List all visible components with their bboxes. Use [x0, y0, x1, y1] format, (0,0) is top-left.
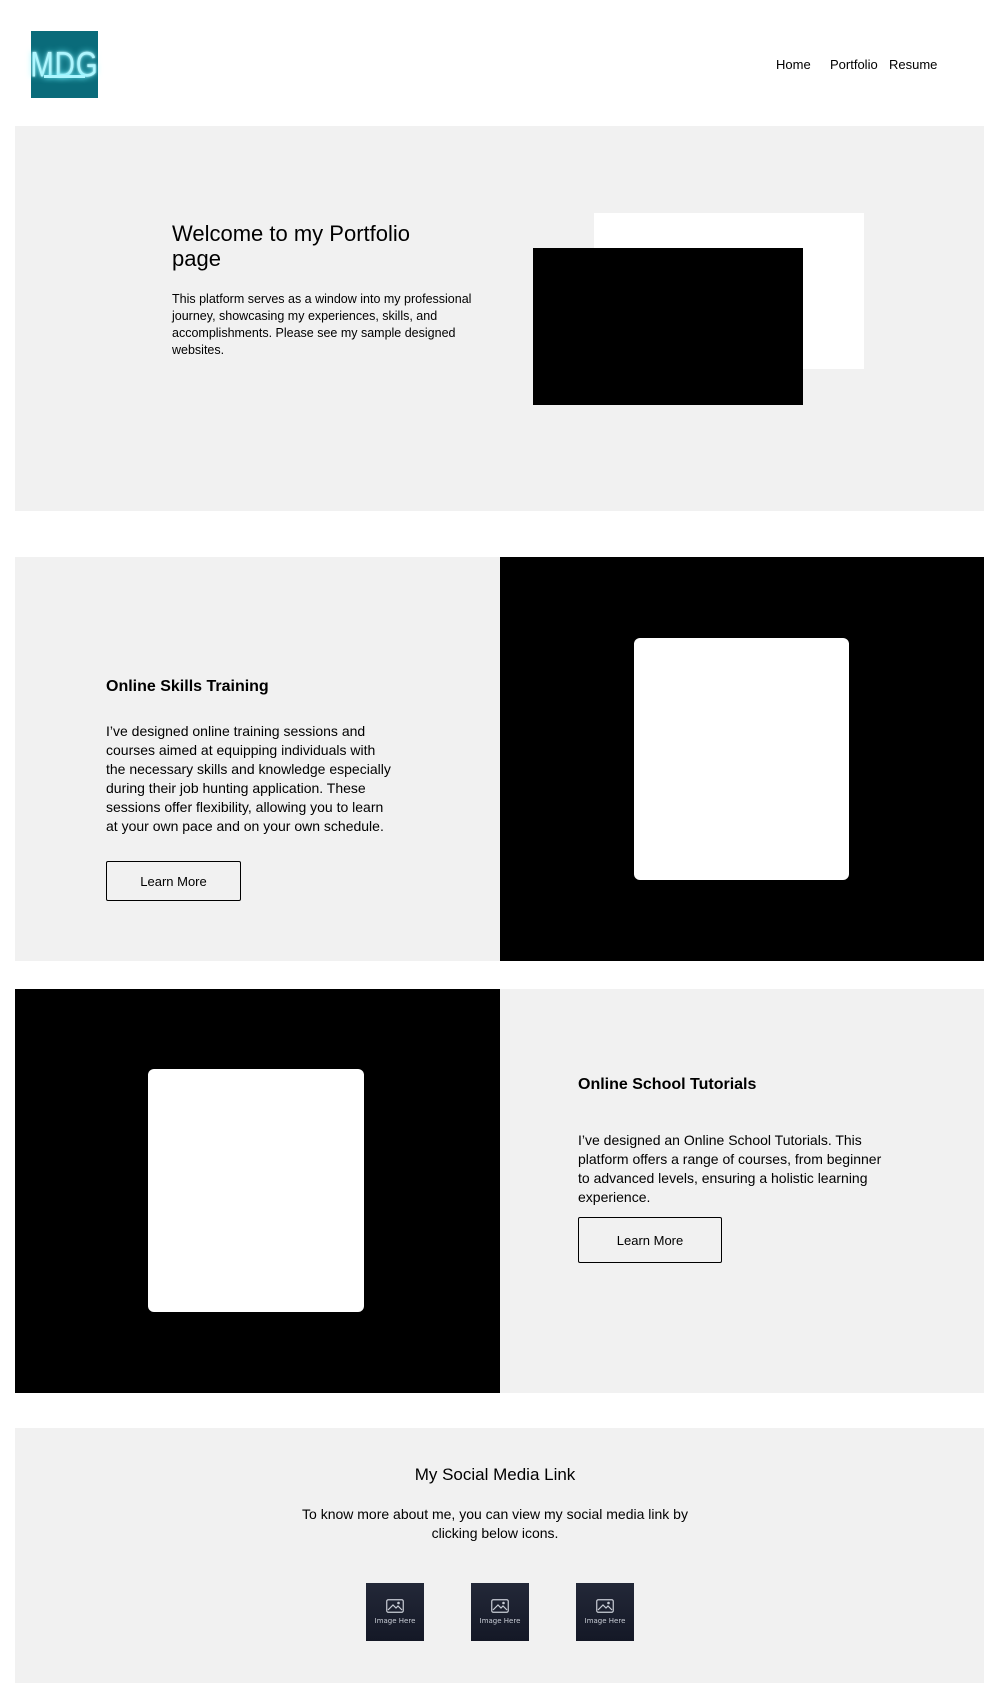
social-description: To know more about me, you can view my s… [302, 1506, 688, 1541]
tutorials-image [148, 1069, 364, 1312]
skills-image [634, 638, 849, 880]
hero-description: This platform serves as a window into my… [172, 292, 472, 357]
social-link-caption: Image Here [374, 1617, 416, 1625]
nav-resume[interactable]: Resume [889, 57, 937, 72]
hero-image-front [533, 248, 803, 405]
hero-title: Welcome to my Portfolio page [172, 221, 411, 271]
logo[interactable]: MDG [30, 31, 98, 98]
logo-underline [44, 75, 85, 78]
image-placeholder-icon [491, 1599, 509, 1613]
social-title: My Social Media Link [414, 1465, 576, 1484]
tutorials-description: I’ve designed an Online School Tutorials… [578, 1132, 882, 1205]
tutorials-learn-more-button[interactable]: Learn More [578, 1217, 722, 1263]
social-link-caption: Image Here [479, 1617, 521, 1625]
tutorials-title: Online School Tutorials [578, 1076, 757, 1093]
skills-title: Online Skills Training [106, 678, 269, 695]
nav-home[interactable]: Home [776, 57, 811, 72]
image-placeholder-icon [386, 1599, 404, 1613]
social-link-2[interactable]: Image Here [471, 1583, 529, 1641]
nav-portfolio[interactable]: Portfolio [830, 57, 878, 72]
social-link-1[interactable]: Image Here [366, 1583, 424, 1641]
social-link-3[interactable]: Image Here [576, 1583, 634, 1641]
skills-description: I’ve designed online training sessions a… [106, 723, 391, 834]
image-placeholder-icon [596, 1599, 614, 1613]
skills-learn-more-button[interactable]: Learn More [106, 861, 241, 901]
social-link-caption: Image Here [584, 1617, 626, 1625]
